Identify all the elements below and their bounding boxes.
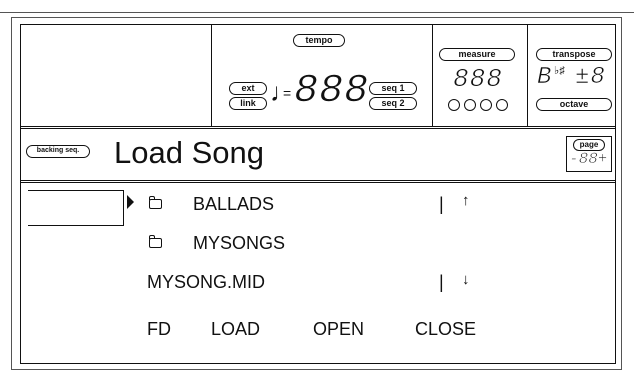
measure-label: measure bbox=[439, 48, 515, 61]
list-item[interactable]: MYSONG.MID bbox=[143, 268, 463, 296]
beat-dot bbox=[496, 99, 508, 111]
header-divider-1 bbox=[211, 25, 212, 126]
fd-button[interactable]: FD bbox=[147, 319, 171, 340]
link-indicator: link bbox=[229, 97, 267, 110]
header-divider-3 bbox=[527, 25, 528, 126]
page-box: page -88+ bbox=[566, 136, 612, 172]
scroll-separator: | bbox=[439, 194, 444, 214]
list-item-label: BALLADS bbox=[193, 194, 275, 214]
transpose-value: ±8 bbox=[575, 64, 606, 91]
open-button[interactable]: OPEN bbox=[313, 319, 364, 340]
close-button[interactable]: CLOSE bbox=[415, 319, 476, 340]
top-rule bbox=[0, 12, 634, 13]
title-bottom-rule-2 bbox=[21, 182, 615, 183]
title-bottom-rule bbox=[21, 180, 615, 181]
scroll-separator: | bbox=[439, 272, 444, 292]
tempo-label: tempo bbox=[293, 34, 345, 47]
selection-slot[interactable] bbox=[28, 190, 124, 226]
beat-dot bbox=[464, 99, 476, 111]
list-item-label: MYSONG.MID bbox=[147, 272, 266, 292]
transpose-label: transpose bbox=[536, 48, 612, 61]
seq1-indicator: seq 1 bbox=[369, 82, 417, 95]
mode-label: backing seq. bbox=[26, 145, 90, 158]
beat-dot bbox=[480, 99, 492, 111]
beat-indicators bbox=[448, 99, 512, 111]
tempo-value: 888 bbox=[294, 69, 370, 114]
list-item[interactable]: MYSONGS bbox=[143, 229, 463, 257]
scroll-up-icon[interactable]: ↑ bbox=[462, 192, 470, 209]
page-title: Load Song bbox=[114, 135, 264, 170]
folder-icon bbox=[149, 196, 162, 209]
title-top-rule bbox=[21, 126, 615, 127]
folder-icon bbox=[149, 235, 162, 248]
octave-label: octave bbox=[536, 98, 612, 111]
load-button[interactable]: LOAD bbox=[211, 319, 260, 340]
list-item-label: MYSONGS bbox=[193, 233, 286, 253]
beat-dot bbox=[448, 99, 460, 111]
measure-value: 888 bbox=[453, 64, 503, 94]
equals-sign: = bbox=[283, 85, 292, 101]
seq2-indicator: seq 2 bbox=[369, 97, 417, 110]
lcd-panel: tempo ext link ♩ = 888 seq 1 seq 2 measu… bbox=[20, 24, 616, 364]
flat-sharp-symbols: ♭♯ bbox=[554, 65, 565, 77]
transpose-note: B bbox=[537, 64, 553, 91]
title-top-rule-2 bbox=[21, 128, 615, 129]
list-item[interactable]: BALLADS bbox=[143, 190, 463, 218]
scroll-down-icon[interactable]: ↓ bbox=[462, 271, 470, 288]
selection-pointer-icon bbox=[127, 195, 134, 209]
ext-indicator: ext bbox=[229, 82, 267, 95]
header-divider-2 bbox=[432, 25, 433, 126]
page-value: -88+ bbox=[569, 150, 608, 169]
